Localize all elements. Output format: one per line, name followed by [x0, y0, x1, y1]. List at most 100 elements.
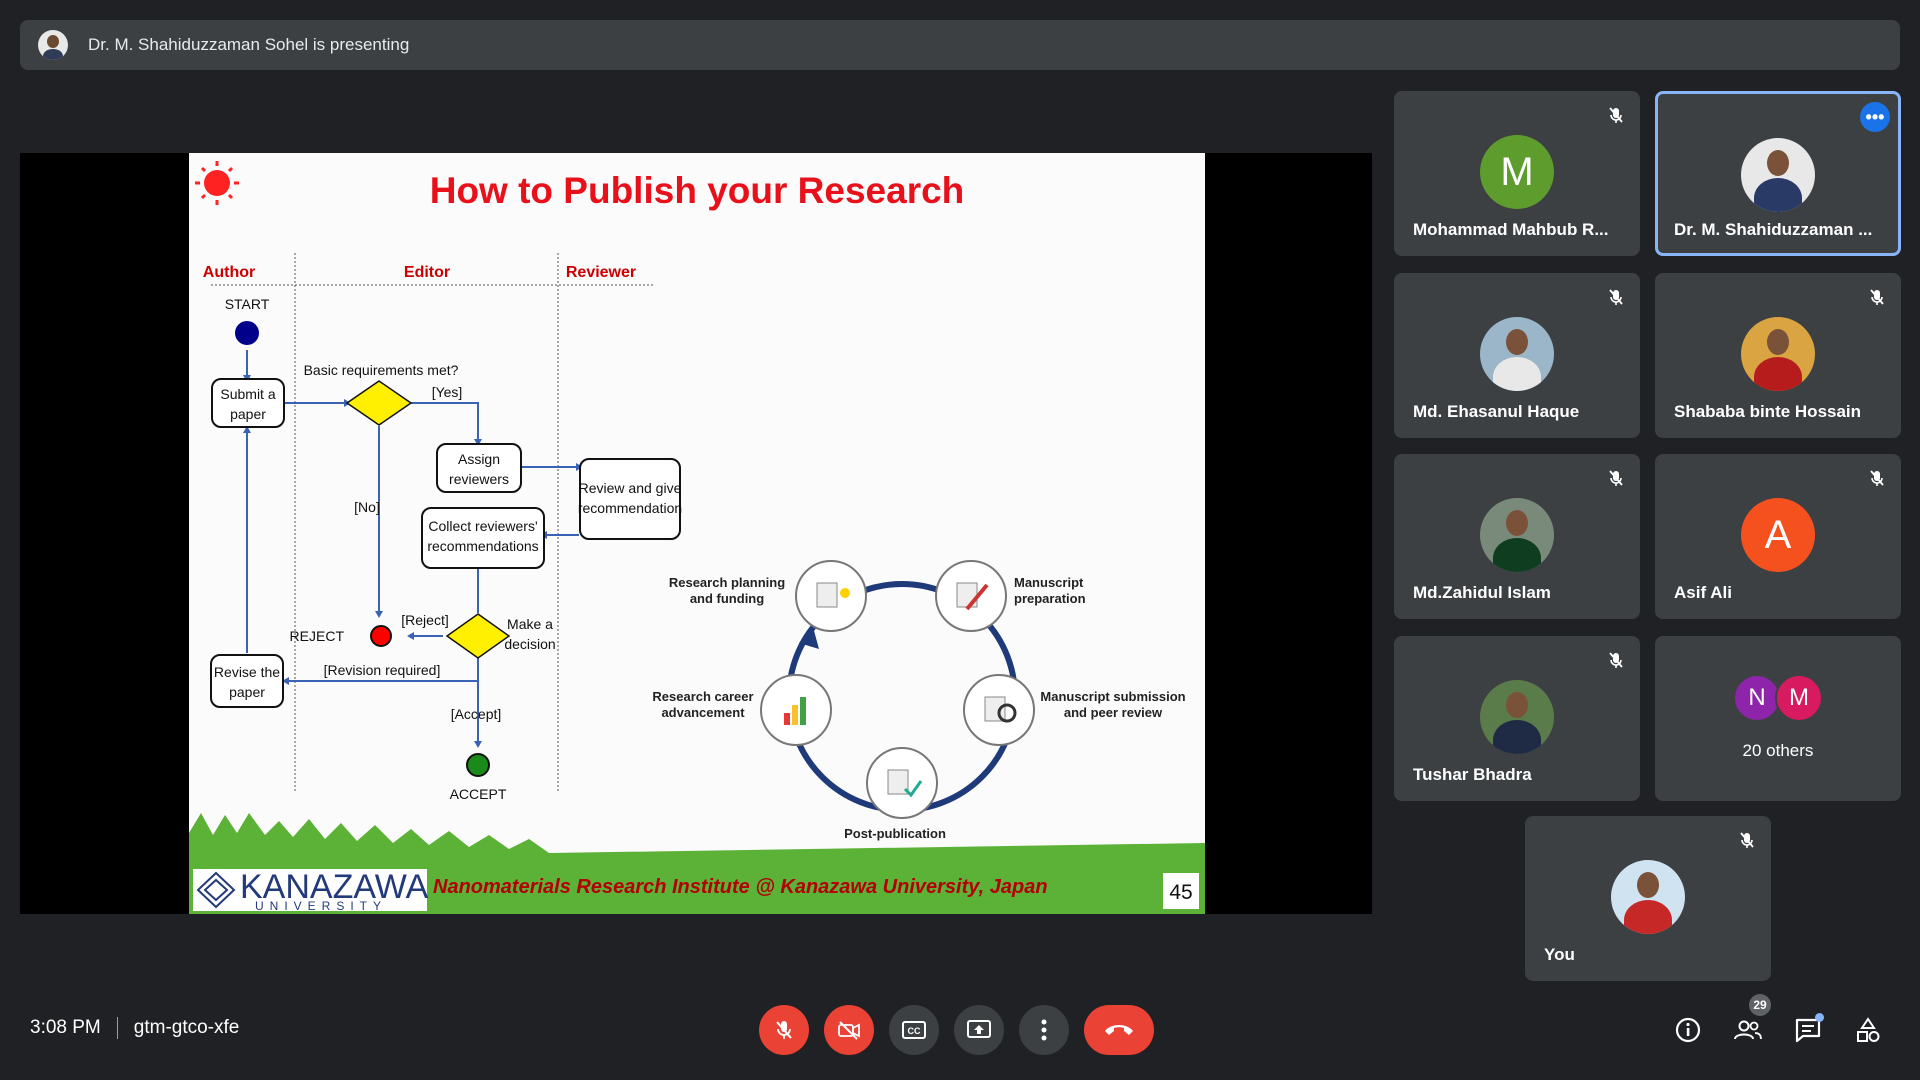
flow-accept-edge-label: [Accept]: [451, 706, 502, 722]
others-tile[interactable]: N M 20 others: [1655, 636, 1901, 801]
participant-tile[interactable]: Md.Zahidul Islam: [1394, 454, 1640, 619]
avatar: M: [1480, 135, 1554, 209]
captions-icon: CC: [902, 1021, 926, 1039]
flow-review-text-2: recommendation: [578, 500, 682, 516]
present-icon: [967, 1020, 991, 1038]
participant-tile[interactable]: Tushar Bhadra: [1394, 636, 1640, 801]
flow-revision-label: [Revision required]: [324, 662, 441, 678]
participant-name: You: [1544, 945, 1575, 964]
footer-institute: Nanomaterials Research Institute @ Kanaz…: [433, 876, 1048, 898]
cycle-planning-text-2: and funding: [690, 591, 764, 606]
participant-name: Shababa binte Hossain: [1674, 402, 1862, 421]
participant-name: Md. Ehasanul Haque: [1413, 402, 1580, 421]
flow-decision-text-1: Make a: [507, 616, 553, 632]
flow-review-box: [579, 458, 681, 540]
camera-off-icon: [838, 1021, 860, 1040]
leave-call-button[interactable]: [1084, 1005, 1154, 1055]
participant-name: Mohammad Mahbub R...: [1413, 220, 1609, 239]
lane-editor: Editor: [404, 264, 450, 281]
slide-title: How to Publish your Research: [430, 170, 965, 211]
mic-off-icon: [1870, 289, 1884, 305]
cycle-node-submission: [963, 674, 1035, 746]
cycle-node-post: [866, 747, 938, 819]
participant-tile[interactable]: A Asif Ali: [1655, 454, 1901, 619]
flow-review-text-1: Review and give: [579, 480, 682, 496]
flow-accept-node: [466, 753, 490, 777]
avatar: A: [1741, 498, 1815, 572]
cycle-planning-text-1: Research planning: [669, 575, 785, 590]
participant-name: Md.Zahidul Islam: [1413, 583, 1551, 602]
avatar: [1480, 498, 1554, 572]
flow-accept-label: ACCEPT: [450, 786, 507, 802]
mic-off-icon: [1740, 832, 1754, 848]
flow-submit-text-2: paper: [230, 406, 266, 422]
flow-start-label: START: [225, 296, 270, 312]
activities-icon: [1857, 1017, 1880, 1042]
meeting-details-button[interactable]: [1672, 1014, 1704, 1046]
flow-revise-text-2: paper: [229, 684, 265, 700]
avatar: N: [1733, 674, 1781, 722]
mic-off-icon: [776, 1021, 792, 1039]
slide-canvas: How to Publish your Research Author Edit…: [189, 161, 1205, 914]
self-tile[interactable]: You: [1525, 816, 1771, 981]
cycle-career-text-2: advancement: [661, 705, 745, 720]
clock: 3:08 PM: [30, 1017, 101, 1038]
flow-collect-text-2: recommendations: [427, 538, 538, 554]
flow-decision-text-2: decision: [504, 636, 555, 652]
chat-unread-dot: [1815, 1013, 1824, 1022]
cycle-node-career: [760, 674, 832, 746]
mic-off-icon: [1609, 107, 1623, 123]
avatar: [1480, 317, 1554, 391]
flow-basic-req-label: Basic requirements met?: [304, 362, 459, 378]
participant-tile[interactable]: Md. Ehasanul Haque: [1394, 273, 1640, 438]
flow-reject-label: REJECT: [290, 628, 345, 644]
people-icon: [1734, 1020, 1762, 1040]
meeting-info: 3:08 PM gtm-gtco-xfe: [30, 1017, 239, 1039]
avatar: [1741, 317, 1815, 391]
participant-tile-active[interactable]: ••• Dr. M. Shahiduzzaman ...: [1655, 91, 1901, 256]
participant-tile[interactable]: Shababa binte Hossain: [1655, 273, 1901, 438]
flow-yes-label: [Yes]: [432, 384, 463, 400]
flow-reject-node: [370, 625, 392, 647]
flow-no-label: [No]: [354, 499, 380, 515]
participant-tile[interactable]: M Mohammad Mahbub R...: [1394, 91, 1640, 256]
participant-name: Asif Ali: [1674, 583, 1732, 602]
captions-button[interactable]: CC: [889, 1005, 939, 1055]
mic-toggle-button[interactable]: [759, 1005, 809, 1055]
mic-off-icon: [1609, 470, 1623, 486]
cycle-post-text: Post-publication: [844, 826, 946, 841]
cycle-manuscript-text-1: Manuscript: [1014, 575, 1084, 590]
presenter-banner-text: Dr. M. Shahiduzzaman Sohel is presenting: [88, 35, 410, 54]
people-count-badge: 29: [1749, 994, 1771, 1016]
more-options-button[interactable]: [1019, 1005, 1069, 1055]
info-icon: [1675, 1017, 1701, 1043]
flow-reject-edge-label: [Reject]: [401, 612, 448, 628]
flow-assign-text-2: reviewers: [449, 471, 509, 487]
mic-off-icon: [1609, 289, 1623, 305]
avatar: [1611, 860, 1685, 934]
flow-basic-req-diamond: [345, 380, 413, 426]
activities-button[interactable]: [1852, 1014, 1884, 1046]
present-now-button[interactable]: [954, 1005, 1004, 1055]
presenter-banner: Dr. M. Shahiduzzaman Sohel is presenting: [20, 20, 1900, 70]
presentation-slide: How to Publish your Research Author Edit…: [189, 153, 1205, 914]
cycle-career-text-1: Research career: [652, 689, 753, 704]
camera-toggle-button[interactable]: [824, 1005, 874, 1055]
flow-assign-text-1: Assign: [458, 451, 500, 467]
slide-page-number: 45: [1169, 881, 1192, 904]
flow-start-node: [235, 321, 259, 345]
participant-name: Dr. M. Shahiduzzaman ...: [1674, 220, 1873, 239]
sun-logo-icon: [195, 161, 239, 205]
meeting-code: gtm-gtco-xfe: [133, 1017, 240, 1038]
kanazawa-logo-subtext: UNIVERSITY: [255, 899, 387, 913]
more-options-button[interactable]: •••: [1860, 102, 1890, 132]
flow-revise-text-1: Revise the: [214, 664, 280, 680]
mic-off-icon: [1609, 652, 1623, 668]
flow-decision-diamond: [445, 613, 511, 659]
cycle-node-manuscript: [935, 560, 1007, 632]
presenter-avatar: [38, 30, 68, 60]
flow-submit-text-1: Submit a: [220, 386, 275, 402]
people-button[interactable]: [1732, 1014, 1764, 1046]
cycle-node-planning: [795, 560, 867, 632]
lane-reviewer: Reviewer: [566, 264, 636, 281]
